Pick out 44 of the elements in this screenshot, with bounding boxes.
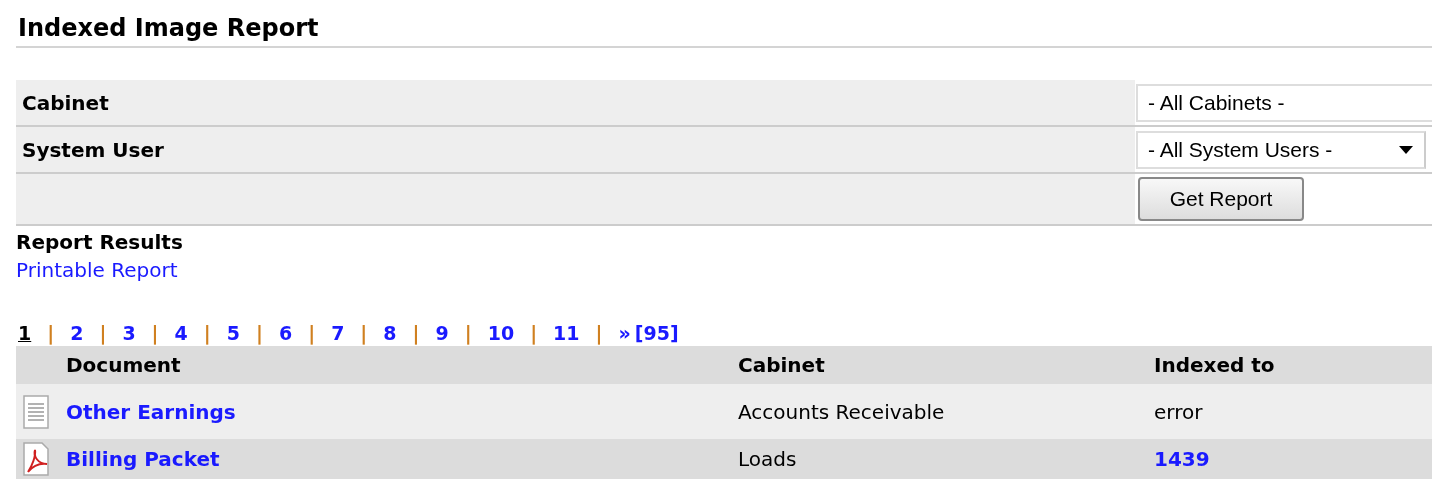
page-link[interactable]: 7 <box>329 322 347 344</box>
separator: | <box>308 322 316 344</box>
page-link[interactable]: 9 <box>433 322 451 344</box>
page-link[interactable]: » <box>616 322 633 344</box>
dropdown-field[interactable]: - All Cabinets - <box>1136 83 1432 122</box>
page-link[interactable]: 2 <box>68 322 86 344</box>
page-link[interactable]: 11 <box>551 322 582 344</box>
page-link[interactable]: 8 <box>381 322 399 344</box>
separator: | <box>595 322 603 344</box>
separator: | <box>151 322 159 344</box>
page-link[interactable]: 5 <box>224 322 242 344</box>
page-link[interactable]: 1 <box>16 322 34 344</box>
caret-icon <box>1398 144 1414 155</box>
page-link[interactable]: [95] <box>632 322 681 344</box>
table-cell: Accounts Receivable <box>738 399 945 424</box>
separator: | <box>464 322 472 344</box>
page-link[interactable]: 4 <box>172 322 190 344</box>
filter-label: System User <box>22 137 164 162</box>
section-heading: Report Results <box>16 230 183 254</box>
pdf-icon <box>22 442 50 476</box>
printable-report-link[interactable]: Printable Report <box>16 258 178 282</box>
separator: | <box>412 322 420 344</box>
table-cell: Loads <box>738 447 797 471</box>
document-link[interactable]: Other Earnings <box>66 399 236 424</box>
table-cell: error <box>1154 399 1203 424</box>
separator: | <box>99 322 107 344</box>
column-header: Cabinet <box>738 353 825 377</box>
separator: | <box>47 322 55 344</box>
filter-label: Cabinet <box>22 90 109 115</box>
document-link[interactable]: Billing Packet <box>66 447 220 471</box>
page-link[interactable]: 10 <box>485 322 517 344</box>
separator: | <box>360 322 368 344</box>
separator: | <box>256 322 263 344</box>
column-header: Indexed to <box>1154 353 1275 377</box>
page-title: Indexed Image Report <box>16 0 1432 48</box>
page-link[interactable]: 3 <box>120 322 138 344</box>
document-icon <box>22 394 50 429</box>
dropdown-field[interactable]: - All System Users - <box>1136 130 1426 169</box>
separator: | <box>203 322 211 344</box>
column-header: Document <box>66 353 181 377</box>
separator: | <box>530 322 538 344</box>
page-link[interactable]: 6 <box>276 322 295 344</box>
indexed-link[interactable]: 1439 <box>1154 447 1210 471</box>
get-report-button[interactable]: Get Report <box>1138 177 1304 221</box>
